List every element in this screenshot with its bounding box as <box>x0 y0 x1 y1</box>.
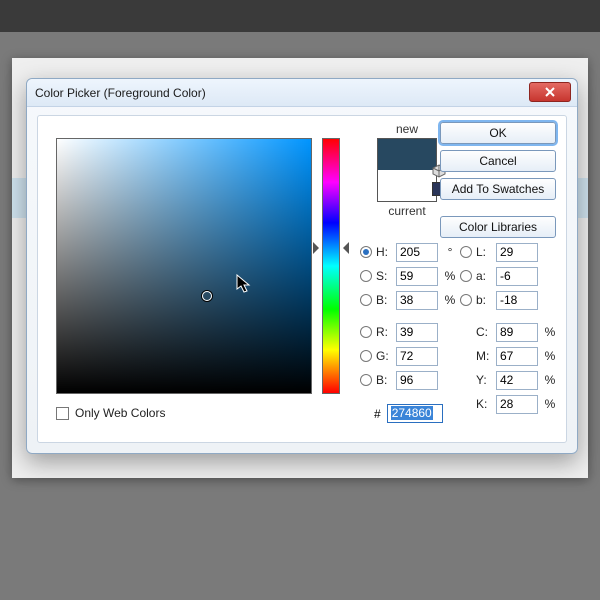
label-g: G: <box>376 349 396 363</box>
app-topbar <box>0 0 600 32</box>
color-libraries-button[interactable]: Color Libraries <box>440 216 556 238</box>
unit-y: % <box>542 373 558 387</box>
ok-label: OK <box>489 126 506 140</box>
web-colors-label: Only Web Colors <box>75 406 165 420</box>
radio-bb[interactable] <box>460 294 472 306</box>
radio-bl[interactable] <box>360 374 372 386</box>
hex-input[interactable]: 274860 <box>387 404 443 423</box>
web-colors-option[interactable]: Only Web Colors <box>56 406 165 420</box>
input-s[interactable] <box>396 267 438 286</box>
unit-m: % <box>542 349 558 363</box>
label-s: S: <box>376 269 396 283</box>
input-a[interactable] <box>496 267 538 286</box>
label-m: M: <box>476 349 496 363</box>
label-r: R: <box>376 325 396 339</box>
label-h: H: <box>376 245 396 259</box>
label-l: L: <box>476 245 496 259</box>
radio-r[interactable] <box>360 326 372 338</box>
sv-marker[interactable] <box>202 291 212 301</box>
radio-l[interactable] <box>460 246 472 258</box>
radio-g[interactable] <box>360 350 372 362</box>
label-a: a: <box>476 269 496 283</box>
ok-button[interactable]: OK <box>440 122 556 144</box>
unit-c: % <box>542 325 558 339</box>
cancel-button[interactable]: Cancel <box>440 150 556 172</box>
color-fields: H: ° L: S: % a: <box>360 240 566 416</box>
unit-b: % <box>442 293 458 307</box>
unit-k: % <box>542 397 558 411</box>
radio-a[interactable] <box>460 270 472 282</box>
unit-s: % <box>442 269 458 283</box>
cancel-label: Cancel <box>479 154 516 168</box>
radio-s[interactable] <box>360 270 372 282</box>
hex-value: 274860 <box>391 406 433 420</box>
input-h[interactable] <box>396 243 438 262</box>
hue-strip[interactable] <box>322 138 340 394</box>
button-column: OK Cancel Add To Swatches Color Librarie… <box>440 122 556 238</box>
titlebar[interactable]: Color Picker (Foreground Color) <box>27 79 577 107</box>
input-y[interactable] <box>496 371 538 390</box>
label-c: C: <box>476 325 496 339</box>
input-b[interactable] <box>396 291 438 310</box>
input-k[interactable] <box>496 395 538 414</box>
label-k: K: <box>476 397 496 411</box>
radio-b[interactable] <box>360 294 372 306</box>
input-g[interactable] <box>396 347 438 366</box>
close-button[interactable] <box>529 82 571 102</box>
unit-h: ° <box>442 245 458 259</box>
hex-row: # 274860 <box>374 404 443 423</box>
radio-h[interactable] <box>360 246 372 258</box>
current-color-swatch[interactable] <box>378 170 436 201</box>
dialog-title: Color Picker (Foreground Color) <box>35 86 206 100</box>
label-bl: B: <box>376 373 396 387</box>
hex-hash: # <box>374 407 381 421</box>
color-picker-dialog: Color Picker (Foreground Color) new curr… <box>26 78 578 454</box>
swatch-box <box>377 138 437 202</box>
web-colors-checkbox[interactable] <box>56 407 69 420</box>
dialog-content: new current OK Cancel Add To Swatches Co… <box>37 115 567 443</box>
saturation-value-field[interactable] <box>56 138 312 394</box>
input-l[interactable] <box>496 243 538 262</box>
libraries-label: Color Libraries <box>459 220 537 234</box>
add-swatches-button[interactable]: Add To Swatches <box>440 178 556 200</box>
input-c[interactable] <box>496 323 538 342</box>
input-m[interactable] <box>496 347 538 366</box>
input-r[interactable] <box>396 323 438 342</box>
new-color-swatch[interactable] <box>378 139 436 170</box>
input-bb[interactable] <box>496 291 538 310</box>
label-y: Y: <box>476 373 496 387</box>
close-icon <box>544 87 556 97</box>
label-b: B: <box>376 293 396 307</box>
add-swatches-label: Add To Swatches <box>452 182 545 196</box>
label-bb: b: <box>476 293 496 307</box>
input-bl[interactable] <box>396 371 438 390</box>
